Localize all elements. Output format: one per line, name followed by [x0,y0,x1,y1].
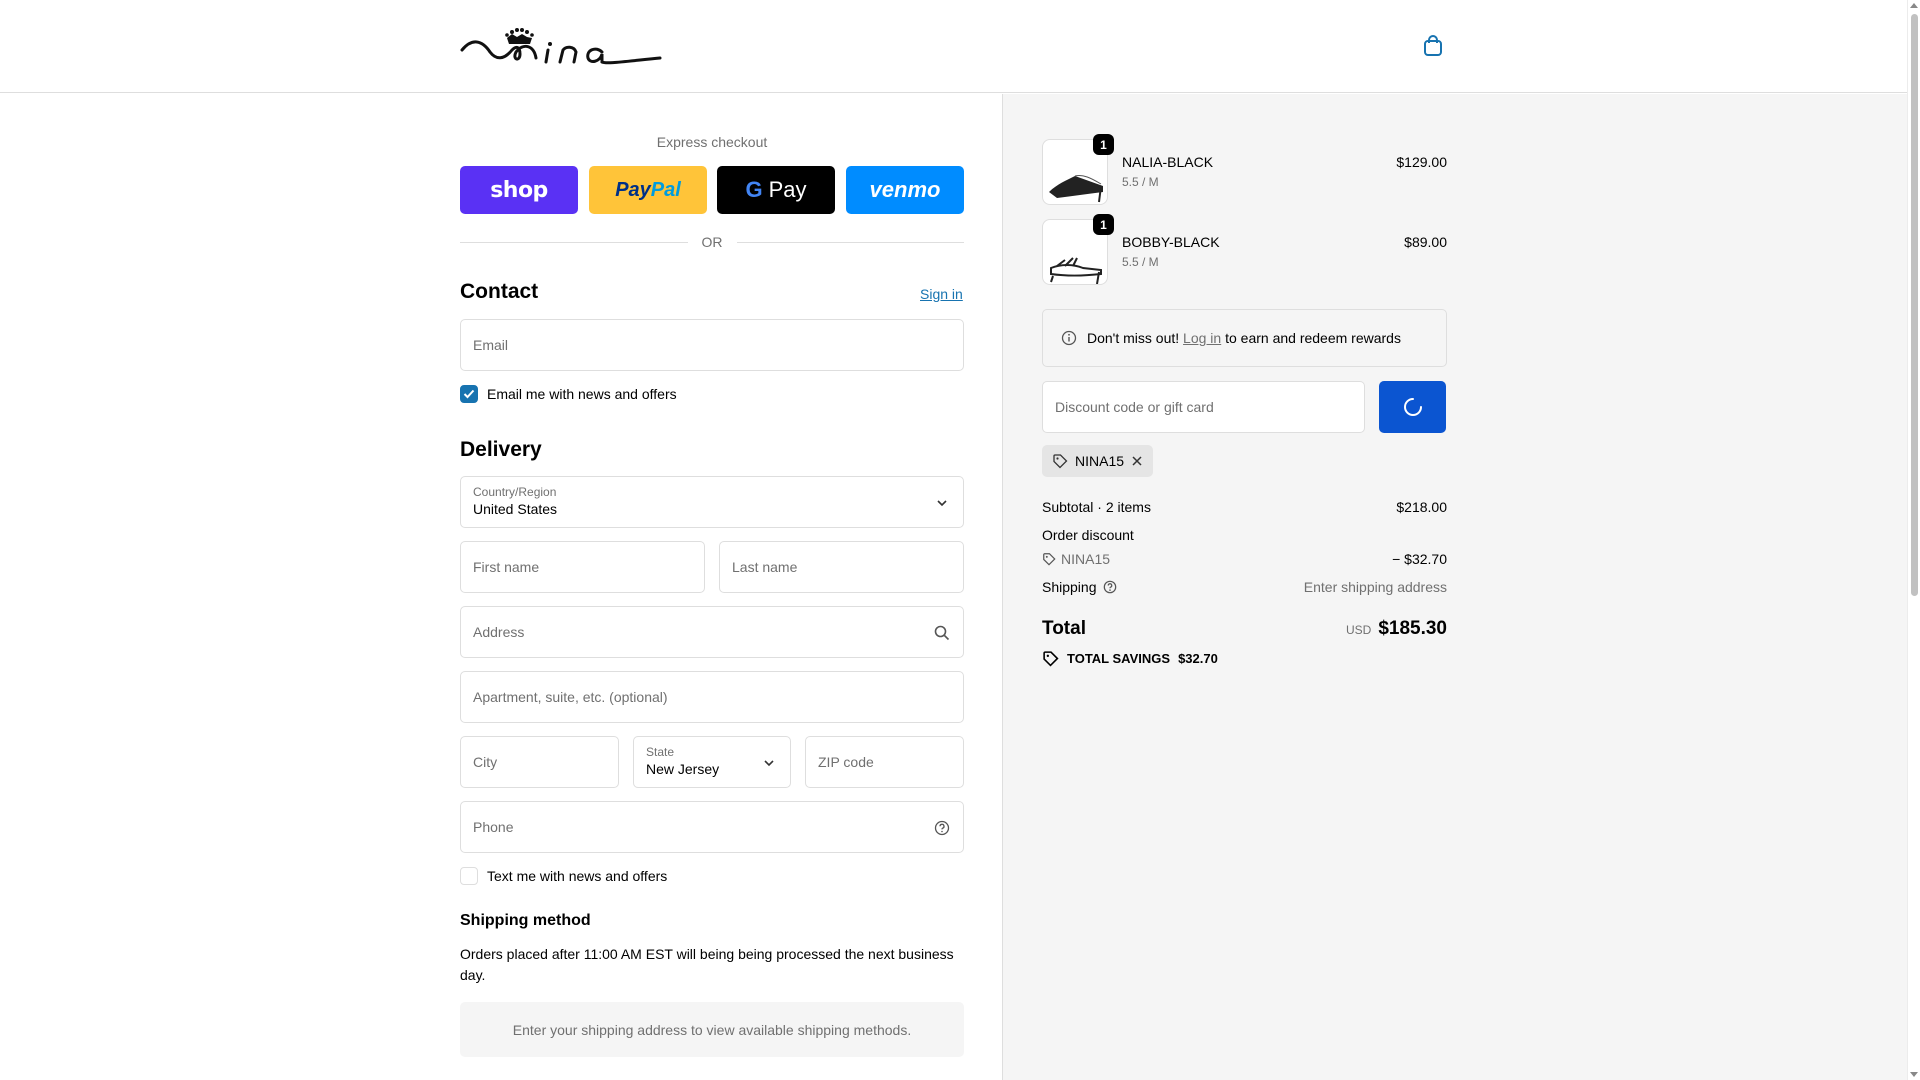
country-select[interactable]: Country/Region United States [460,476,964,528]
email-news-checkbox-row[interactable]: Email me with news and offers [460,385,677,403]
shipping-method-empty: Enter your shipping address to view avai… [460,1002,964,1057]
first-name-field[interactable]: First name [460,541,705,593]
item-name: NALIA-BLACK [1122,154,1214,170]
google-pay-button[interactable]: G Pay [717,166,835,214]
currency-code: USD [1345,623,1372,637]
shipping-label: Shipping [1042,579,1097,595]
savings-value: $32.70 [1178,651,1218,666]
help-circle-icon[interactable] [1103,580,1117,594]
check-icon [463,389,475,399]
remove-discount-button[interactable] [1131,455,1143,467]
shipping-method-note: Orders placed after 11:00 AM EST will be… [460,946,954,983]
applied-discount-tag: NINA15 [1042,445,1154,477]
sms-news-label: Text me with news and offers [487,868,668,884]
email-field[interactable]: Email [460,319,964,371]
applied-discount-code: NINA15 [1075,453,1125,469]
help-circle-icon[interactable] [933,819,951,837]
venmo-button[interactable]: venmo [846,166,964,214]
shopping-bag-icon [1424,35,1442,56]
state-select[interactable]: State New Jersey [633,736,791,788]
sms-news-checkbox[interactable] [460,867,478,885]
chevron-down-icon [933,494,951,512]
sign-in-link[interactable]: Sign in [920,286,963,302]
discount-value: − $32.70 [1392,551,1447,567]
shipping-method-title: Shipping method [460,912,591,929]
scroll-up-icon[interactable] [1910,3,1918,8]
tag-icon [1043,651,1059,667]
search-icon [933,624,951,642]
item-price: $129.00 [1396,154,1447,170]
sms-news-checkbox-row[interactable]: Text me with news and offers [460,867,667,885]
discount-code-label: NINA15 [1061,551,1111,567]
or-divider: OR [460,234,964,250]
subtotal-row: Subtotal · 2 items $218.00 [1042,499,1447,515]
item-price: $89.00 [1404,234,1447,250]
brand-logo[interactable] [460,28,662,66]
shipping-value: Enter shipping address [1303,579,1447,595]
zip-code-field[interactable]: ZIP code [805,736,964,788]
cart-item: 1 NALIA-BLACK 5.5 / M $129.00 [1042,134,1447,205]
savings-label: TOTAL SAVINGS [1067,651,1171,666]
email-news-label: Email me with news and offers [487,386,677,402]
info-icon [1061,330,1077,346]
rewards-banner: Don't miss out! Log in to earn and redee… [1042,309,1447,367]
cart-item: 1 BOBBY-BLACK 5.5 / M $89.00 [1042,214,1447,285]
scroll-thumb[interactable] [1911,14,1918,596]
shipping-row: Shipping Enter shipping address [1042,579,1447,595]
apply-discount-button[interactable] [1379,381,1446,433]
discount-code-row: NINA15 − $32.70 [1042,551,1447,567]
express-checkout-title: Express checkout [656,134,768,150]
city-field[interactable]: City [460,736,619,788]
header [0,0,1907,93]
order-discount-label: Order discount [1042,527,1134,543]
google-g-icon: G [745,177,763,202]
close-icon [1132,456,1142,466]
item-variant: 5.5 / M [1122,175,1159,189]
tag-icon [1053,454,1068,469]
shop-pay-button[interactable]: shop [460,166,578,214]
phone-field[interactable]: Phone [460,801,964,853]
subtotal-value: $218.00 [1396,499,1447,515]
total-row: Total USD $185.30 [1042,618,1447,640]
total-value: $185.30 [1378,618,1447,639]
email-news-checkbox[interactable] [460,385,478,403]
quantity-badge: 1 [1093,214,1114,235]
contact-title: Contact [460,280,539,303]
total-savings: TOTAL SAVINGS $32.70 [1042,650,1218,667]
subtotal-label: Subtotal · 2 items [1042,499,1151,515]
chevron-down-icon [760,754,778,772]
rewards-login-link[interactable]: Log in [1183,330,1221,346]
item-name: BOBBY-BLACK [1122,234,1220,250]
delivery-title: Delivery [460,438,542,461]
total-label: Total [1042,618,1086,639]
checkout-form: Express checkout shop Pay Pal G Pay venmo … [0,94,1002,1080]
discount-code-field[interactable]: Discount code or gift card [1042,381,1365,433]
tag-icon [1043,553,1056,566]
last-name-field[interactable]: Last name [719,541,964,593]
quantity-badge: 1 [1093,134,1114,155]
page-scrollbar[interactable] [1907,0,1920,1080]
paypal-button[interactable]: Pay Pal [589,166,707,214]
order-summary: 1 NALIA-BLACK 5.5 / M $129.00 1 BOBBY-BL… [1002,94,1907,1080]
apartment-field[interactable]: Apartment, suite, etc. (optional) [460,671,964,723]
item-variant: 5.5 / M [1122,255,1159,269]
scroll-down-icon[interactable] [1910,1072,1918,1077]
loading-spinner-icon [1403,398,1422,416]
cart-button[interactable] [1420,33,1446,59]
order-discount-row: Order discount [1042,527,1447,543]
address-field[interactable]: Address [460,606,964,658]
